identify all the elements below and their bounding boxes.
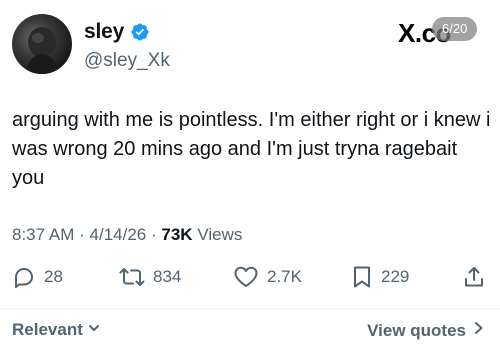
sort-label: Relevant <box>12 320 83 339</box>
like-icon <box>233 265 259 289</box>
meta-separator: · <box>150 225 157 244</box>
image-counter-badge: 6/20 <box>432 17 478 41</box>
view-quotes-label: View quotes <box>367 320 466 340</box>
author-display-name[interactable]: sley <box>84 20 124 44</box>
divider <box>0 308 500 309</box>
views-label: Views <box>197 225 243 244</box>
repost-icon <box>119 265 145 289</box>
avatar[interactable] <box>12 14 72 74</box>
share-icon <box>462 265 486 289</box>
verified-badge-icon <box>130 22 150 42</box>
tweet-date[interactable]: 4/14/26 <box>90 225 147 244</box>
share-button[interactable] <box>462 262 486 292</box>
reply-count: 28 <box>44 267 63 286</box>
action-bar: 28 834 2.7K 229 <box>12 262 488 292</box>
chevron-right-icon <box>472 320 486 341</box>
reply-button[interactable]: 28 <box>12 262 63 292</box>
chevron-down-icon <box>87 320 101 340</box>
bookmark-count: 229 <box>381 267 410 286</box>
sort-relevant-dropdown[interactable]: Relevant <box>12 320 101 340</box>
bookmark-button[interactable]: 229 <box>351 262 409 292</box>
like-count: 2.7K <box>267 267 302 286</box>
reply-icon <box>12 265 36 289</box>
author-name-row: sley <box>84 20 150 44</box>
tweet-text: arguing with me is pointless. I'm either… <box>12 109 491 189</box>
view-quotes-link[interactable]: View quotes <box>367 320 486 341</box>
author-handle[interactable]: @sley_Xk <box>84 50 170 72</box>
repost-button[interactable]: 834 <box>119 262 181 292</box>
tweet-meta: 8:37 AM · 4/14/26 · 73K Views <box>12 225 242 245</box>
bookmark-icon <box>351 265 373 289</box>
views-count: 73K <box>161 225 193 244</box>
meta-separator: · <box>79 225 85 244</box>
tweet-time[interactable]: 8:37 AM <box>12 225 74 244</box>
like-button[interactable]: 2.7K <box>233 262 302 292</box>
repost-count: 834 <box>153 267 182 286</box>
